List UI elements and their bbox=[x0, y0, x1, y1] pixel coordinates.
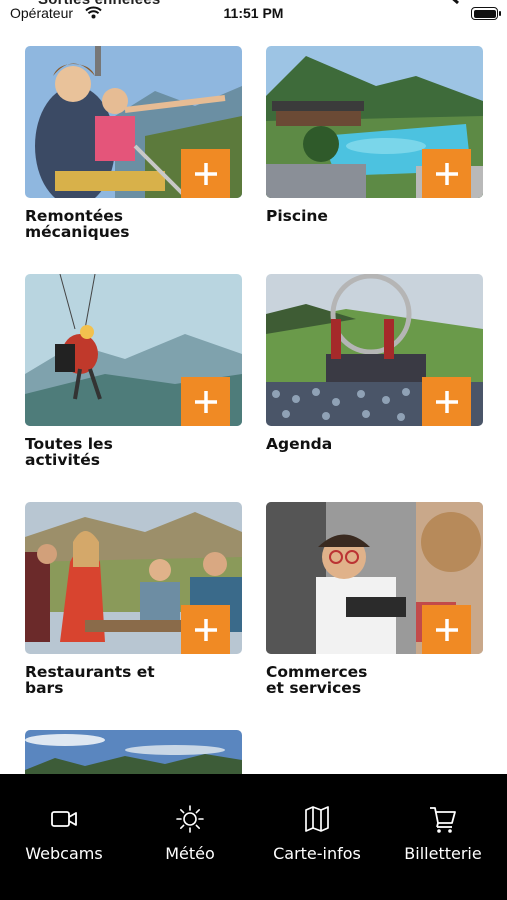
video-camera-icon bbox=[51, 811, 77, 827]
tile-label: Toutes les activités bbox=[25, 435, 113, 469]
sun-icon bbox=[176, 805, 204, 833]
plus-icon bbox=[194, 390, 217, 413]
tile-remontees-mecaniques[interactable]: Remontées mécaniques bbox=[25, 46, 242, 240]
tile-label: Remontées mécaniques bbox=[25, 207, 130, 241]
tile-piscine[interactable]: Piscine bbox=[266, 46, 483, 224]
tile-partial[interactable] bbox=[25, 730, 242, 774]
tab-label: Météo bbox=[165, 844, 215, 863]
tile-toutes-les-activites[interactable]: Toutes les activités bbox=[25, 274, 242, 468]
plus-icon bbox=[435, 618, 458, 641]
tile-photo bbox=[266, 502, 483, 654]
activities-grid[interactable]: Remontées mécaniques Piscine Toutes les … bbox=[0, 0, 507, 774]
tile-photo bbox=[25, 274, 242, 426]
tab-billetterie[interactable]: Billetterie bbox=[380, 804, 506, 874]
tile-photo bbox=[25, 46, 242, 198]
tile-photo bbox=[25, 502, 242, 654]
tab-label: Webcams bbox=[25, 844, 103, 863]
tab-label: Carte-infos bbox=[273, 844, 361, 863]
plus-button[interactable] bbox=[181, 149, 230, 198]
chevron-right-icon[interactable] bbox=[446, 0, 464, 12]
clock: 11:51 PM bbox=[223, 5, 284, 21]
plus-button[interactable] bbox=[422, 149, 471, 198]
tile-restaurants-et-bars[interactable]: Restaurants et bars bbox=[25, 502, 242, 696]
plus-button[interactable] bbox=[422, 377, 471, 426]
tile-label: Piscine bbox=[266, 207, 328, 225]
plus-button[interactable] bbox=[181, 377, 230, 426]
status-bar: Sorties enneiées Opérateur 11:51 PM bbox=[0, 0, 507, 26]
plus-button[interactable] bbox=[181, 605, 230, 654]
plus-icon bbox=[435, 162, 458, 185]
plus-button[interactable] bbox=[422, 605, 471, 654]
mountain-landscape-photo bbox=[25, 730, 242, 774]
tab-label: Billetterie bbox=[404, 844, 482, 863]
tile-agenda[interactable]: Agenda bbox=[266, 274, 483, 452]
battery-icon bbox=[471, 7, 501, 20]
plus-icon bbox=[194, 618, 217, 641]
tile-label: Restaurants et bars bbox=[25, 663, 155, 697]
tile-label: Commerces et services bbox=[266, 663, 368, 697]
tab-meteo[interactable]: Météo bbox=[127, 804, 253, 874]
tab-carte-infos[interactable]: Carte-infos bbox=[254, 804, 380, 874]
tile-commerces-et-services[interactable]: Commerces et services bbox=[266, 502, 483, 696]
tile-photo bbox=[25, 730, 242, 774]
tile-photo bbox=[266, 274, 483, 426]
map-icon bbox=[305, 806, 329, 832]
tile-photo bbox=[266, 46, 483, 198]
tab-webcams[interactable]: Webcams bbox=[1, 804, 127, 874]
plus-icon bbox=[194, 162, 217, 185]
plus-icon bbox=[435, 390, 458, 413]
bottom-tab-bar: Webcams Météo Carte-infos Billetterie bbox=[0, 774, 507, 900]
tile-label: Agenda bbox=[266, 435, 333, 453]
cart-icon bbox=[430, 807, 456, 833]
